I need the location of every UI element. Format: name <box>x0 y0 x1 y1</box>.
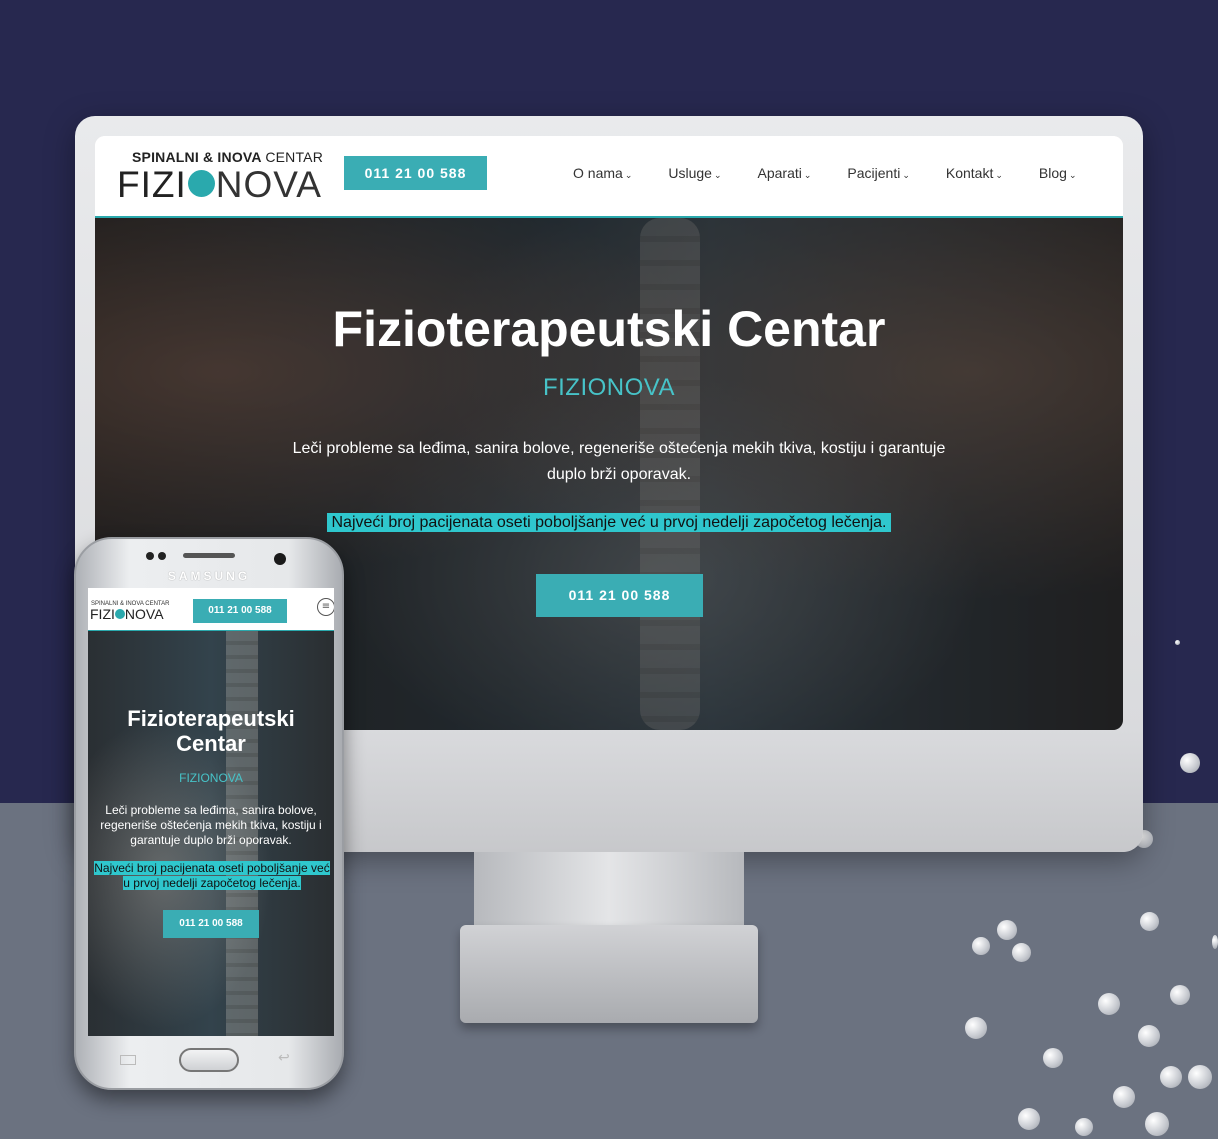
confetti-dot <box>1212 935 1218 949</box>
hero-highlight-text: Najveći broj pacijenata oseti poboljšanj… <box>327 513 891 532</box>
monitor-stand-base <box>460 925 758 1023</box>
hero-call-button[interactable]: 011 21 00 588 <box>536 574 703 617</box>
nav-label: Kontakt <box>945 165 994 181</box>
mobile-hero: Fizioterapeutski Centar FIZIONOVA Leči p… <box>88 631 334 1036</box>
mobile-logo-right: NOVA <box>124 606 164 622</box>
confetti-dot <box>1145 1112 1169 1136</box>
chevron-down-icon: ⌄ <box>624 170 633 180</box>
confetti-dot <box>1180 753 1200 773</box>
hero-description: Leči probleme sa leđima, sanira bolove, … <box>292 440 946 483</box>
mobile-hero-description: Leči probleme sa leđima, sanira bolove, … <box>100 803 322 847</box>
site-header: SPINALNI & INOVA CENTAR FIZI NOVA 011 21 … <box>95 136 1123 218</box>
nav-item-aparati[interactable]: Aparati ⌄ <box>758 165 812 181</box>
confetti-dot <box>1012 943 1031 962</box>
logo-tagline[interactable]: SPINALNI & INOVA CENTAR <box>132 149 323 165</box>
logo-tagline-bold: SPINALNI & INOVA <box>132 149 262 165</box>
nav-item-kontakt[interactable]: Kontakt ⌄ <box>946 165 1003 181</box>
sensor-icon <box>158 552 166 560</box>
mobile-hero-highlight: Najveći broj pacijenata oseti poboljšanj… <box>90 861 334 891</box>
chevron-down-icon: ⌄ <box>902 170 910 180</box>
confetti-dot <box>1140 912 1159 931</box>
logo-wordmark[interactable]: FIZI NOVA <box>117 164 322 206</box>
nav-item-blog[interactable]: Blog ⌄ <box>1039 165 1077 181</box>
chevron-down-icon: ⌄ <box>1068 170 1077 180</box>
confetti-dot <box>965 1017 987 1039</box>
spine-logo-icon <box>114 609 125 620</box>
back-icon[interactable]: ↩ <box>278 1050 290 1066</box>
confetti-dot <box>1043 1048 1063 1068</box>
main-nav: O nama ⌄ Usluge ⌄ Aparati ⌄ Pacijenti ⌄ Kont… <box>573 165 1112 181</box>
confetti-dot <box>1175 640 1180 645</box>
nav-item-pacijenti[interactable]: Pacijenti ⌄ <box>847 165 909 181</box>
confetti-dot <box>1188 1065 1212 1089</box>
speaker-grille <box>183 553 235 558</box>
header-phone-button[interactable]: 011 21 00 588 <box>344 156 487 190</box>
mobile-header: SPINALNI & INOVA CENTAR FIZI NOVA 011 21 … <box>88 588 334 631</box>
mobile-logo-wordmark[interactable]: FIZI NOVA <box>90 606 164 622</box>
hero-title: Fizioterapeutski Centar <box>332 301 886 357</box>
spine-logo-icon <box>187 169 215 197</box>
nav-label: Usluge <box>668 165 712 181</box>
confetti-dot <box>997 920 1017 940</box>
phone-screen: SPINALNI & INOVA CENTAR FIZI NOVA 011 21 … <box>88 588 334 1036</box>
mobile-hero-call-button[interactable]: 011 21 00 588 <box>163 910 259 938</box>
mobile-header-phone-button[interactable]: 011 21 00 588 <box>193 599 287 623</box>
confetti-dot <box>1170 985 1190 1005</box>
nav-label: Pacijenti <box>847 165 901 181</box>
phone-brand: SAMSUNG <box>167 569 251 583</box>
confetti-dot <box>1113 1086 1135 1108</box>
logo-wordmark-left: FIZI <box>117 164 187 205</box>
chevron-down-icon: ⌄ <box>803 170 812 180</box>
mobile-hero-title: Fizioterapeutski Centar <box>127 706 295 756</box>
confetti-dot <box>1138 1025 1160 1047</box>
chevron-down-icon: ⌄ <box>995 170 1003 180</box>
nav-item-usluge[interactable]: Usluge ⌄ <box>668 165 721 181</box>
phone-device: SAMSUNG SPINALNI & INOVA CENTAR FIZI NOVA… <box>74 537 344 1090</box>
nav-item-o-nama[interactable]: O nama ⌄ <box>573 165 632 181</box>
recent-apps-icon[interactable] <box>120 1055 136 1065</box>
confetti-dot <box>1018 1108 1040 1130</box>
confetti-dot <box>1098 993 1120 1015</box>
logo-tagline-light: CENTAR <box>265 149 324 165</box>
chevron-down-icon: ⌄ <box>713 170 722 180</box>
front-camera-icon <box>274 553 286 565</box>
home-button[interactable] <box>179 1048 239 1072</box>
confetti-dot <box>1075 1118 1093 1136</box>
hamburger-menu-icon[interactable]: ≡ <box>317 598 334 616</box>
nav-label: O nama <box>573 165 623 181</box>
mobile-logo-left: FIZI <box>90 606 115 622</box>
sensor-icon <box>146 552 154 560</box>
nav-label: Aparati <box>757 165 802 181</box>
confetti-dot <box>972 937 990 955</box>
logo-wordmark-right: NOVA <box>215 164 322 205</box>
mobile-hero-subtitle: FIZIONOVA <box>179 771 243 785</box>
confetti-dot <box>1160 1066 1182 1088</box>
hero-highlight: Najveći broj pacijenata oseti poboljšanj… <box>95 512 1123 532</box>
monitor-stand-neck <box>474 852 744 930</box>
nav-label: Blog <box>1038 165 1067 181</box>
mobile-hero-highlight-text: Najveći broj pacijenata oseti poboljšanj… <box>94 861 330 890</box>
hero-subtitle: FIZIONOVA <box>542 374 676 401</box>
